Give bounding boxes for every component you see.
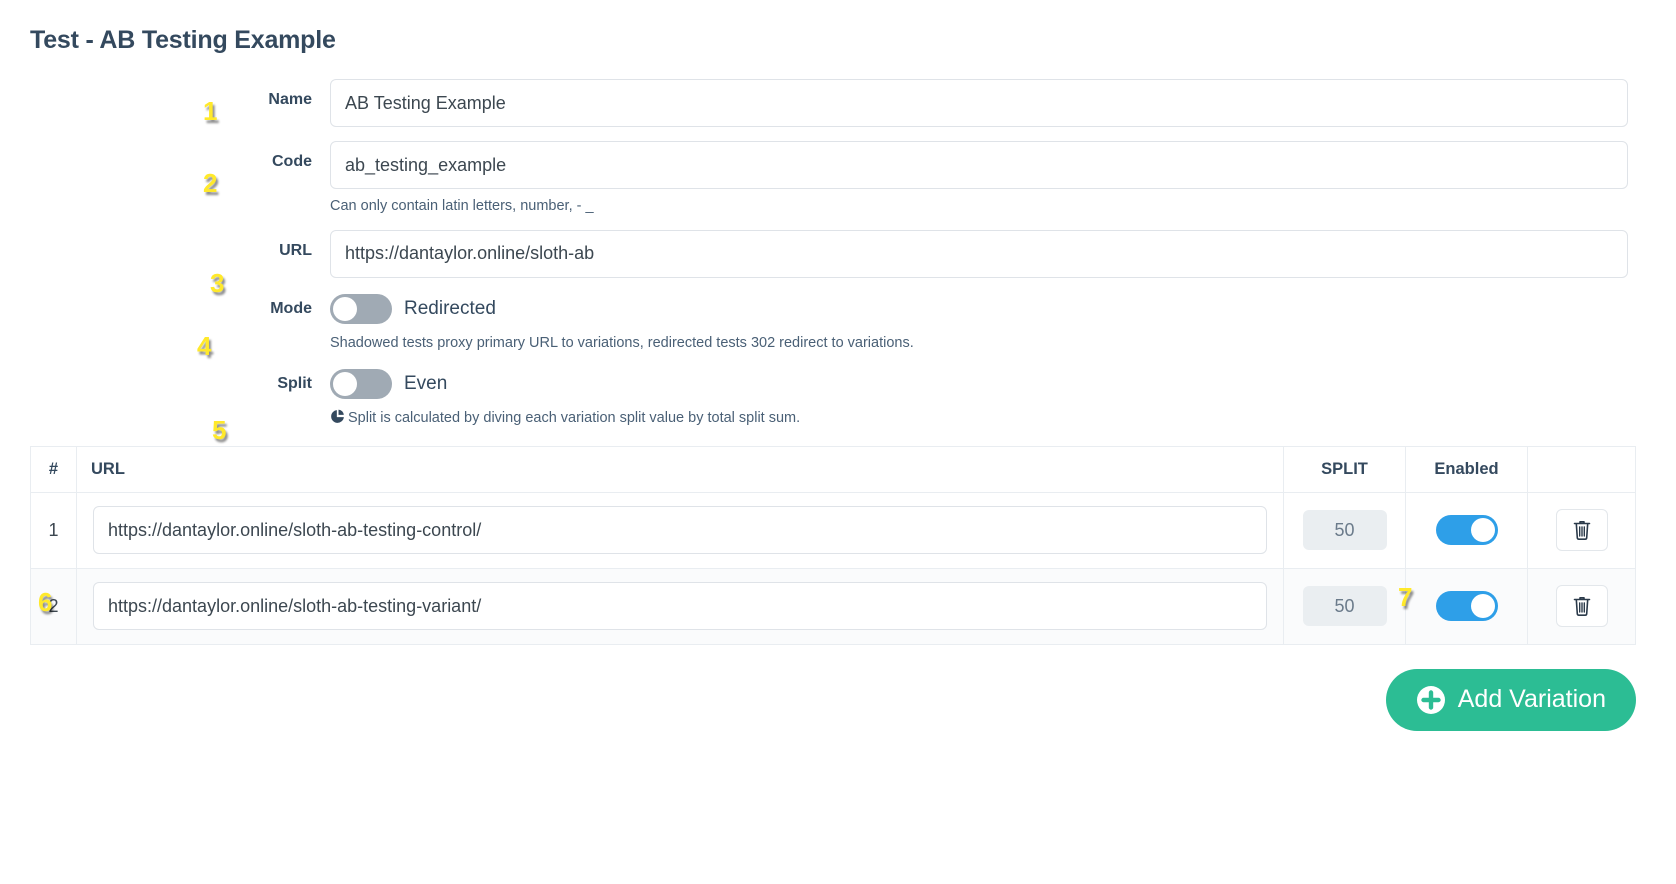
delete-variation-button[interactable] — [1555, 509, 1608, 552]
split-toggle[interactable] — [330, 368, 392, 399]
mode-field-wrap: Redirected Shadowed tests proxy primary … — [330, 292, 1646, 353]
variation-split-value[interactable]: 50 — [1302, 586, 1387, 627]
add-variation-button[interactable]: Add Variation — [1385, 668, 1636, 731]
mode-toggle-knob — [333, 296, 357, 321]
name-input[interactable] — [330, 79, 1628, 127]
row-actions-cell — [1527, 567, 1636, 645]
variation-url-input[interactable] — [93, 506, 1267, 555]
trash-icon — [1573, 597, 1590, 617]
code-label: Code — [272, 153, 312, 170]
code-help-text: Can only contain latin letters, number, … — [330, 198, 594, 214]
split-row: Split Even Split is calculated by diving… — [30, 367, 1646, 428]
col-header-actions — [1527, 445, 1636, 493]
plus-circle-icon — [1416, 685, 1446, 715]
variations-table-head: # URL SPLIT Enabled — [30, 445, 1636, 493]
col-header-split: SPLIT — [1283, 445, 1406, 493]
row-enabled-cell — [1405, 491, 1528, 569]
variation-url-input[interactable] — [93, 582, 1267, 631]
variation-enabled-toggle[interactable] — [1435, 591, 1498, 622]
trash-icon — [1573, 521, 1590, 541]
split-toggle-text: Even — [404, 372, 448, 394]
name-field-wrap — [330, 79, 1646, 127]
mode-label: Mode — [270, 299, 312, 317]
mode-help-text: Shadowed tests proxy primary URL to vari… — [330, 334, 914, 351]
code-input[interactable] — [330, 141, 1628, 189]
page-title: Test - AB Testing Example — [30, 26, 336, 54]
mode-toggle-line: Redirected — [330, 292, 1628, 326]
url-row: URL — [30, 229, 1646, 278]
row-url-cell — [76, 567, 1284, 645]
mode-toggle-text: Redirected — [404, 297, 496, 319]
row-number: 1 — [30, 491, 77, 569]
url-input[interactable] — [330, 229, 1628, 278]
table-row: 2 50 — [30, 567, 1636, 645]
footer-bar: Add Variation — [30, 668, 1636, 731]
variations-header-row: # URL SPLIT Enabled — [30, 445, 1636, 493]
split-toggle-line: Even — [330, 367, 1628, 401]
url-field-wrap — [330, 229, 1646, 278]
row-number: 2 — [30, 567, 77, 645]
row-url-cell — [76, 491, 1284, 569]
split-help-wrap: Split is calculated by diving each varia… — [330, 409, 1628, 428]
name-row: Name — [30, 79, 1646, 127]
row-split-cell: 50 — [1283, 491, 1406, 569]
variation-enabled-toggle[interactable] — [1435, 515, 1498, 546]
variations-table-body: 1 50 — [30, 491, 1636, 645]
code-row: Code Can only contain latin letters, num… — [30, 141, 1646, 216]
mode-toggle[interactable] — [330, 293, 392, 324]
split-help-text: Split is calculated by diving each varia… — [348, 409, 801, 426]
variations-table: # URL SPLIT Enabled 1 50 — [30, 445, 1636, 645]
col-header-url: URL — [76, 445, 1284, 493]
delete-variation-button[interactable] — [1555, 585, 1608, 628]
mode-row: Mode Redirected Shadowed tests proxy pri… — [30, 292, 1646, 353]
col-header-enabled: Enabled — [1405, 445, 1528, 493]
ab-test-settings-page: Test - AB Testing Example Name Code Can … — [0, 0, 1676, 731]
split-field-wrap: Even Split is calculated by diving each … — [330, 367, 1646, 428]
table-row: 1 50 — [30, 491, 1636, 569]
variation-split-value[interactable]: 50 — [1302, 510, 1387, 551]
row-split-cell: 50 — [1283, 567, 1406, 645]
url-label: URL — [279, 241, 312, 259]
add-variation-label: Add Variation — [1457, 685, 1606, 714]
row-enabled-cell — [1405, 567, 1528, 645]
row-actions-cell — [1527, 491, 1636, 569]
variation-enabled-knob — [1470, 594, 1495, 619]
split-toggle-knob — [333, 371, 357, 396]
split-label: Split — [277, 374, 312, 392]
variation-enabled-knob — [1470, 518, 1495, 543]
pie-chart-icon — [331, 409, 344, 423]
name-label: Name — [268, 91, 312, 108]
code-field-wrap: Can only contain latin letters, number, … — [330, 141, 1646, 216]
col-header-num: # — [30, 445, 77, 493]
